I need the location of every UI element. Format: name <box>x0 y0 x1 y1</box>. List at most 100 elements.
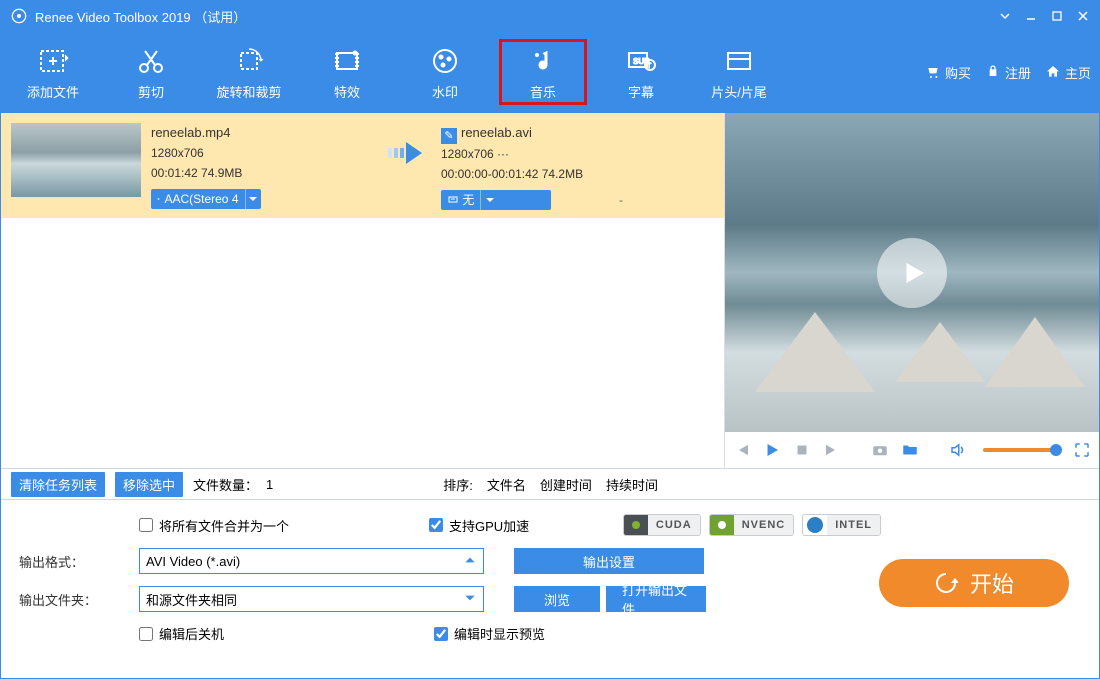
gpu-checkbox[interactable]: 支持GPU加速 <box>429 516 529 535</box>
volume-icon[interactable] <box>949 441 967 459</box>
remove-selected-button[interactable]: 移除选中 <box>115 472 183 497</box>
buy-link[interactable]: 购买 <box>925 63 971 82</box>
snapshot-button[interactable] <box>871 441 889 459</box>
close-button[interactable] <box>1077 10 1089 22</box>
shutdown-checkbox[interactable]: 编辑后关机 <box>139 624 224 643</box>
subtitle-tag-dropdown[interactable]: 无 <box>441 190 551 210</box>
home-label: 主页 <box>1065 63 1091 82</box>
dest-meta: 00:00:00-00:01:42 74.2MB <box>441 164 671 184</box>
preview-controls <box>725 432 1099 468</box>
toolbar-label: 字幕 <box>628 82 654 101</box>
titlebar: Renee Video Toolbox 2019 （试用） <box>1 1 1099 31</box>
file-thumbnail <box>11 123 141 197</box>
dest-info: ✎ reneelab.avi 1280x706 ··· 00:00:00-00:0… <box>441 123 671 210</box>
nvenc-badge: NVENC <box>709 514 795 536</box>
output-settings-button[interactable]: 输出设置 <box>514 548 704 574</box>
toolbar-label: 添加文件 <box>27 82 79 101</box>
start-label: 开始 <box>970 567 1014 599</box>
buy-label: 购买 <box>945 63 971 82</box>
app-logo-icon <box>11 8 27 24</box>
audio-tag-label: AAC(Stereo 4 <box>164 189 238 209</box>
volume-slider[interactable] <box>983 448 1057 452</box>
file-count-label: 文件数量： <box>193 475 258 494</box>
maximize-button[interactable] <box>1051 10 1063 22</box>
home-link[interactable]: 主页 <box>1045 63 1091 82</box>
merge-label: 将所有文件合并为一个 <box>159 516 289 535</box>
sort-by-created[interactable]: 创建时间 <box>540 475 592 494</box>
source-info: reneelab.mp4 1280x706 00:01:42 74.9MB AA… <box>151 123 381 209</box>
open-folder-button[interactable] <box>901 441 919 459</box>
register-label: 注册 <box>1005 63 1031 82</box>
scissors-icon <box>135 44 167 78</box>
sort-by-duration[interactable]: 持续时间 <box>606 475 658 494</box>
play-button[interactable] <box>763 441 781 459</box>
menu-dropdown-button[interactable] <box>999 10 1011 22</box>
options-panel: 将所有文件合并为一个 支持GPU加速 CUDA NVENC INTEL 输出格式… <box>1 500 1099 665</box>
card-icon <box>723 44 755 78</box>
dash-placeholder: - <box>619 190 623 210</box>
preview-checkbox[interactable]: 编辑时显示预览 <box>434 624 545 643</box>
subtitle-button[interactable]: SUBT 字幕 <box>597 39 685 105</box>
watermark-icon <box>429 44 461 78</box>
dest-filename: reneelab.avi <box>461 125 532 140</box>
fullscreen-button[interactable] <box>1073 441 1091 459</box>
browse-button[interactable]: 浏览 <box>514 586 600 612</box>
music-button[interactable]: 音乐 <box>499 39 587 105</box>
format-value: AVI Video (*.avi) <box>146 554 240 569</box>
watermark-button[interactable]: 水印 <box>401 39 489 105</box>
prev-button[interactable] <box>733 441 751 459</box>
edit-icon[interactable]: ✎ <box>441 128 457 144</box>
main-toolbar: 添加文件 剪切 旋转和裁剪 特效 水印 音乐 SUBT 字幕 片头/片尾 购买 … <box>1 31 1099 113</box>
source-dimensions: 1280x706 <box>151 143 381 163</box>
source-filename: reneelab.mp4 <box>151 123 381 143</box>
cuda-badge: CUDA <box>623 514 701 536</box>
preview-pane <box>725 113 1099 468</box>
folder-value: 和源文件夹相同 <box>146 590 237 609</box>
open-output-button[interactable]: 打开输出文件 <box>606 586 706 612</box>
folder-label: 输出文件夹： <box>19 590 139 609</box>
format-select[interactable]: AVI Video (*.avi) <box>139 548 484 574</box>
chevron-down-icon <box>480 190 498 210</box>
minimize-button[interactable] <box>1025 10 1037 22</box>
dest-dimensions: 1280x706 ··· <box>441 144 671 164</box>
svg-text:T: T <box>647 63 652 70</box>
file-count-value: 1 <box>266 477 273 492</box>
next-button[interactable] <box>823 441 841 459</box>
cut-button[interactable]: 剪切 <box>107 39 195 105</box>
list-footer-bar: 清除任务列表 移除选中 文件数量： 1 排序: 文件名 创建时间 持续时间 <box>1 468 1099 500</box>
merge-checkbox[interactable]: 将所有文件合并为一个 <box>139 516 289 535</box>
stop-button[interactable] <box>793 441 811 459</box>
chevron-up-icon <box>463 553 477 570</box>
subtitle-tag-label: 无 <box>462 190 474 210</box>
music-note-icon <box>527 44 559 78</box>
sort-label: 排序: <box>443 475 473 494</box>
toolbar-label: 片头/片尾 <box>711 82 767 101</box>
intel-badge: INTEL <box>802 514 881 536</box>
audio-tag-dropdown[interactable]: AAC(Stereo 4 <box>151 189 261 209</box>
file-list-pane: reneelab.mp4 1280x706 00:01:42 74.9MB AA… <box>1 113 725 468</box>
toolbar-label: 剪切 <box>138 82 164 101</box>
intro-outro-button[interactable]: 片头/片尾 <box>695 39 783 105</box>
source-meta: 00:01:42 74.9MB <box>151 163 381 183</box>
file-row[interactable]: reneelab.mp4 1280x706 00:01:42 74.9MB AA… <box>1 113 724 218</box>
filmstrip-icon <box>331 44 363 78</box>
clear-list-button[interactable]: 清除任务列表 <box>11 472 105 497</box>
preview-label: 编辑时显示预览 <box>454 624 545 643</box>
app-title: Renee Video Toolbox 2019 （试用） <box>35 7 985 26</box>
crop-icon <box>233 44 265 78</box>
add-file-button[interactable]: 添加文件 <box>9 39 97 105</box>
rotate-crop-button[interactable]: 旋转和裁剪 <box>205 39 293 105</box>
start-button[interactable]: 开始 <box>879 559 1069 607</box>
subtitle-icon: SUBT <box>625 44 657 78</box>
shutdown-label: 编辑后关机 <box>159 624 224 643</box>
folder-select[interactable]: 和源文件夹相同 <box>139 586 484 612</box>
toolbar-label: 旋转和裁剪 <box>216 82 281 101</box>
effects-button[interactable]: 特效 <box>303 39 391 105</box>
preview-video[interactable] <box>725 113 1099 432</box>
chevron-down-icon <box>463 591 477 608</box>
gpu-label: 支持GPU加速 <box>449 516 529 535</box>
register-link[interactable]: 注册 <box>985 63 1031 82</box>
play-overlay-button[interactable] <box>877 238 947 308</box>
sort-by-name[interactable]: 文件名 <box>487 475 526 494</box>
gpu-badges: CUDA NVENC INTEL <box>623 514 881 536</box>
